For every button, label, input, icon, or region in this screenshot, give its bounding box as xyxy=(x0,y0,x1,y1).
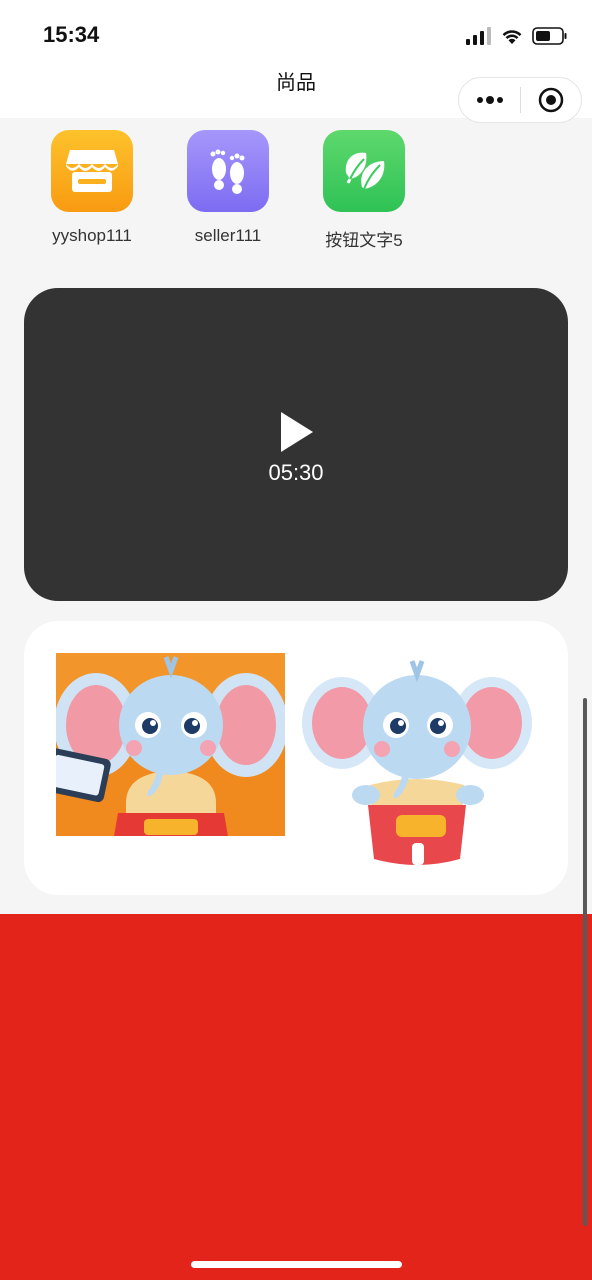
menu-item-yyshop[interactable]: yyshop111 xyxy=(24,130,160,246)
red-banner-block xyxy=(0,914,592,1280)
elephant-mascot-image[interactable] xyxy=(300,655,534,869)
wifi-icon xyxy=(502,30,522,44)
close-target-icon xyxy=(538,87,564,113)
icon-menu: yyshop111 seller111 按钮文字5 xyxy=(0,118,592,278)
home-indicator[interactable] xyxy=(191,1261,402,1268)
signal-icon xyxy=(466,27,491,45)
play-icon[interactable] xyxy=(279,410,315,454)
menu-item-seller[interactable]: seller111 xyxy=(160,130,296,246)
menu-item-button5[interactable]: 按钮文字5 xyxy=(296,130,432,251)
menu-item-label: yyshop111 xyxy=(52,226,132,245)
mini-program-capsule xyxy=(458,77,582,123)
close-button[interactable] xyxy=(521,78,581,122)
status-time: 15:34 xyxy=(43,22,100,47)
more-button[interactable] xyxy=(459,78,520,122)
video-duration: 05:30 xyxy=(268,460,324,485)
menu-item-label: 按钮文字5 xyxy=(325,231,403,250)
nav-bar: 尚品 xyxy=(0,56,592,123)
battery-icon xyxy=(532,27,567,45)
menu-item-label: seller111 xyxy=(194,226,262,245)
more-dots-icon xyxy=(476,96,503,104)
status-icons xyxy=(466,24,568,48)
elephant-with-phone-image[interactable] xyxy=(56,653,285,836)
footprints-icon xyxy=(187,130,269,212)
scrollbar[interactable] xyxy=(583,698,587,1226)
leaf-icon xyxy=(323,130,405,212)
shop-icon xyxy=(51,130,133,212)
